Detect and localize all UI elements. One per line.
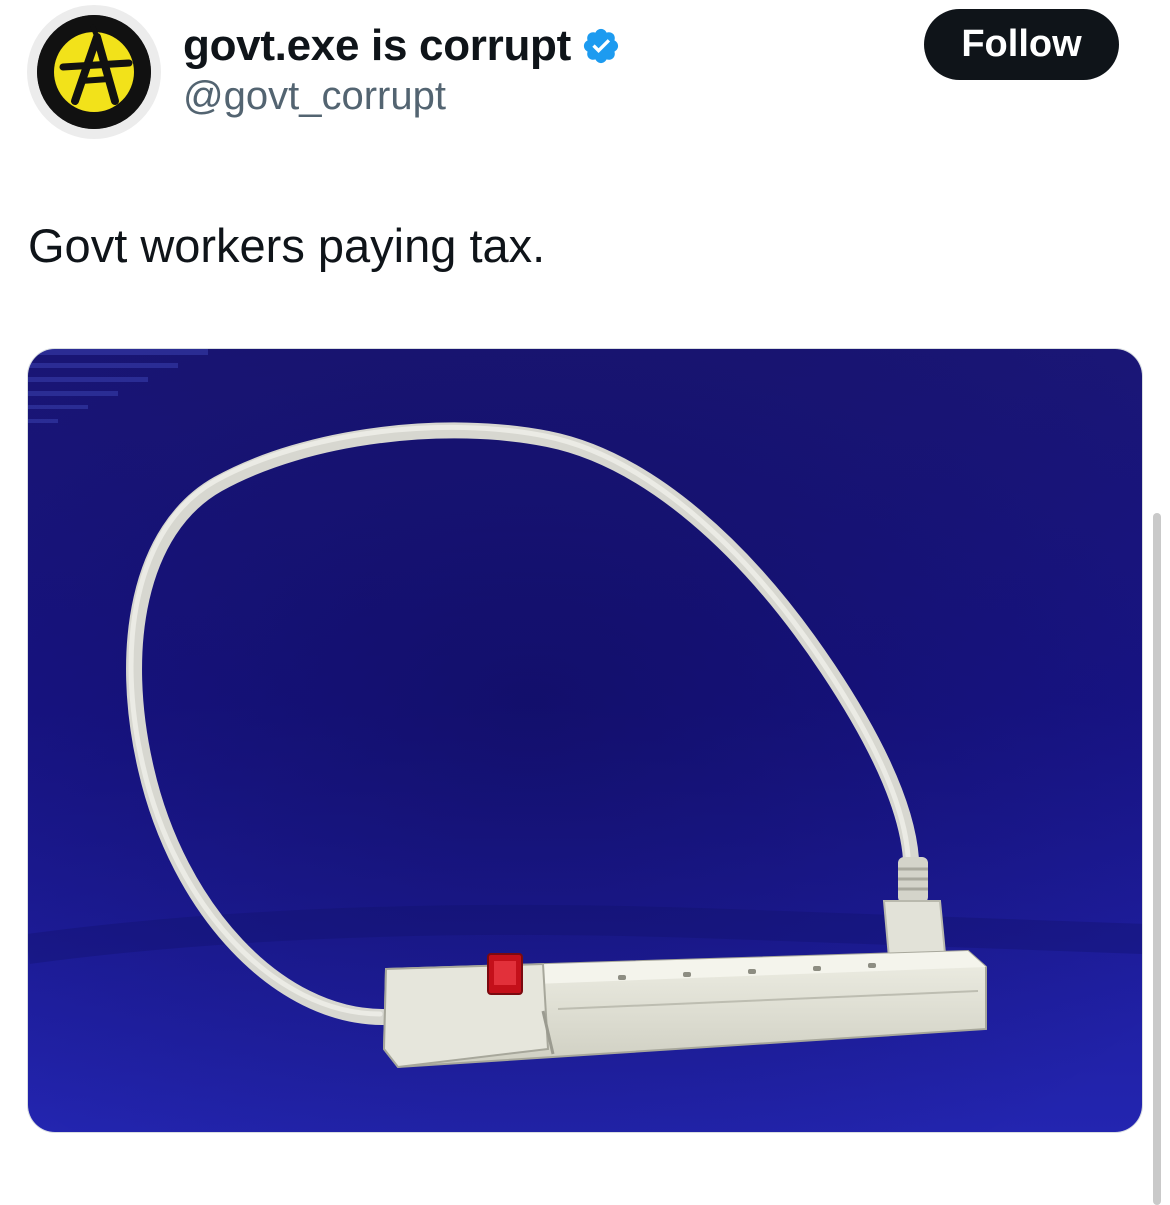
tweet-media-photo[interactable] — [27, 348, 1143, 1133]
follow-button[interactable]: Follow — [924, 9, 1119, 80]
author-handle[interactable]: @govt_corrupt — [183, 74, 446, 119]
author-display-name[interactable]: govt.exe is corrupt — [183, 14, 621, 78]
scrollbar[interactable] — [1153, 513, 1161, 1205]
display-name-text[interactable]: govt.exe is corrupt — [183, 21, 571, 71]
author-avatar[interactable] — [27, 5, 161, 139]
tweet-text: Govt workers paying tax. — [28, 219, 546, 272]
tweet-card: govt.exe is corrupt @govt_corrupt Follow… — [0, 0, 1170, 1205]
anarchy-symbol-icon — [37, 15, 151, 129]
power-strip-photo-illustration — [28, 349, 1142, 1132]
verified-badge-icon — [581, 26, 621, 66]
